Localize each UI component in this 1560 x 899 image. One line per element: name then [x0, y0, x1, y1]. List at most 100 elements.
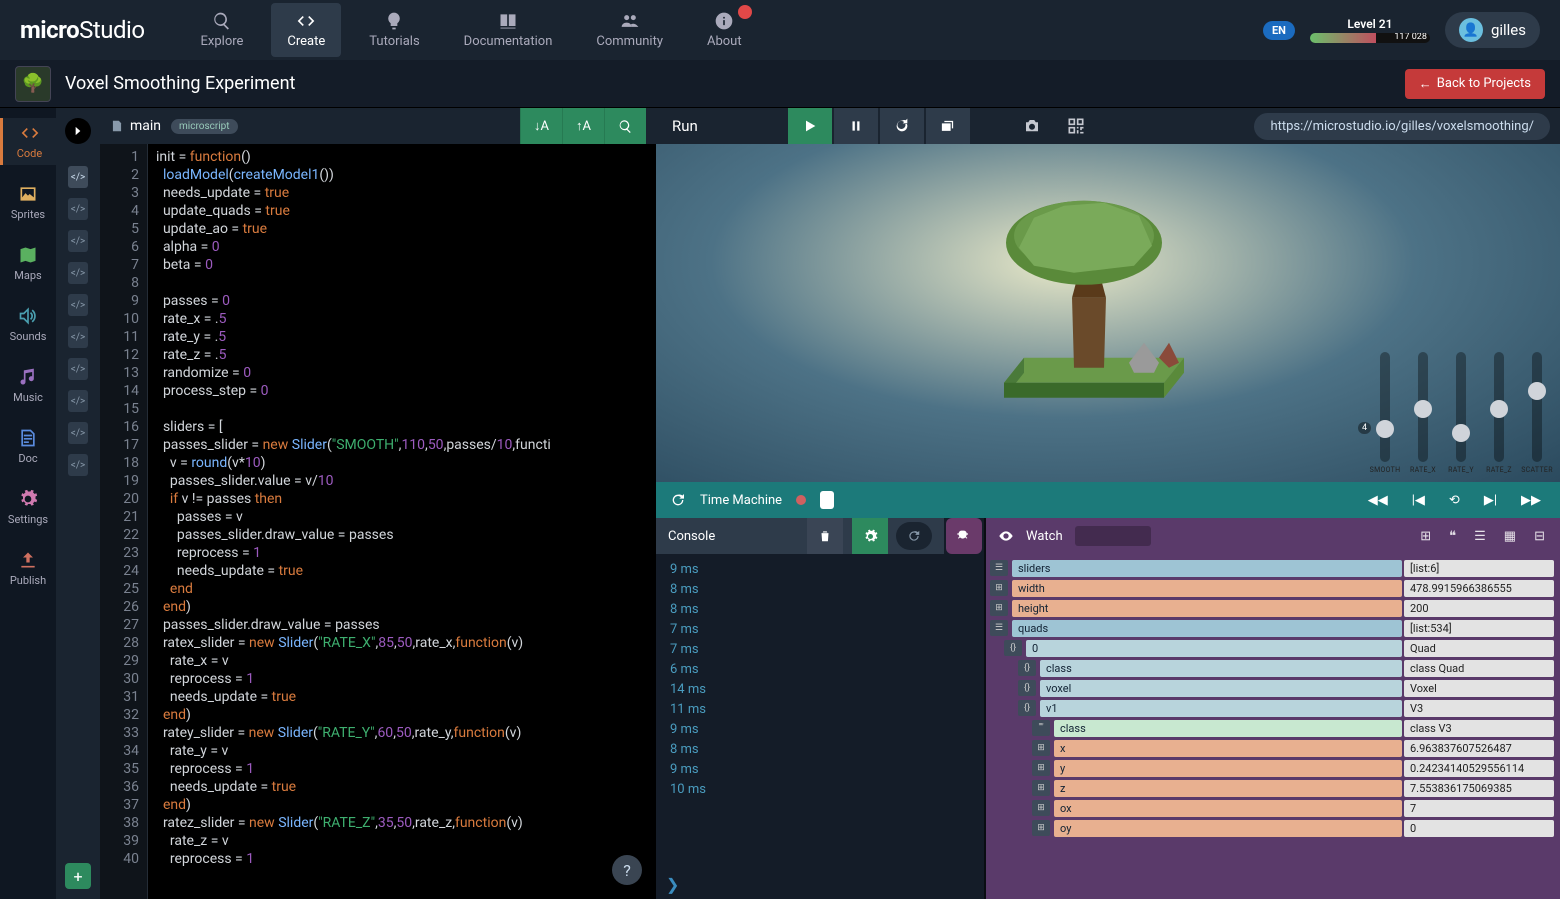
add-file-button[interactable]: + — [65, 863, 91, 889]
watch-row[interactable]: ☰quads[list:534] — [990, 618, 1554, 638]
time-machine-bar: Time Machine ◀◀ |◀ ⟲ ▶| ▶▶ — [656, 482, 1560, 518]
sort-desc-button[interactable]: ↑A — [562, 108, 604, 144]
logo-studio: Studio — [79, 16, 144, 44]
clear-console-button[interactable] — [807, 518, 843, 554]
nav-about[interactable]: About — [691, 3, 758, 57]
debug-button[interactable] — [946, 518, 982, 554]
bulb-icon — [384, 11, 404, 31]
expand-filelist-button[interactable] — [65, 118, 91, 144]
nav-create-label: Create — [287, 34, 325, 49]
language-badge[interactable]: EN — [1263, 21, 1295, 40]
sidebar-item-doc[interactable]: Doc — [0, 423, 56, 470]
watch-row[interactable]: {}voxelVoxel — [1018, 678, 1554, 698]
sidebar-item-maps[interactable]: Maps — [0, 240, 56, 287]
rewind-button[interactable]: ◀◀ — [1363, 493, 1393, 508]
file-item[interactable]: </> — [68, 326, 88, 348]
help-button[interactable]: ? — [612, 855, 642, 885]
slider-rate_z[interactable]: RATE_Z — [1486, 352, 1512, 474]
time-scrubber[interactable] — [820, 491, 834, 509]
nav-create[interactable]: Create — [271, 3, 341, 57]
book-icon — [498, 11, 518, 31]
watch-row[interactable]: ⊞y0.24234140529556114 — [1032, 758, 1554, 778]
watch-filter-objects[interactable]: ▦ — [1501, 529, 1519, 544]
project-url[interactable]: https://microstudio.io/gilles/voxelsmoot… — [1254, 113, 1550, 140]
step-back-button[interactable]: |◀ — [1407, 493, 1430, 508]
watch-row[interactable]: ☰sliders[list:6] — [990, 558, 1554, 578]
user-menu[interactable]: 👤 gilles — [1445, 12, 1540, 48]
filename: main — [130, 118, 161, 134]
console-body[interactable]: 9 ms8 ms8 ms7 ms7 ms6 ms14 ms11 ms9 ms8 … — [656, 554, 984, 869]
sidebar-item-publish[interactable]: Publish — [0, 545, 56, 592]
back-to-projects-button[interactable]: ← Back to Projects — [1405, 69, 1545, 99]
console-settings-button[interactable] — [852, 518, 888, 554]
file-item[interactable]: </> — [68, 358, 88, 380]
watch-filter-functions[interactable]: ⊟ — [1531, 529, 1548, 544]
loop-button[interactable]: ⟲ — [1444, 493, 1465, 508]
scene-3d — [964, 168, 1204, 432]
nav-explore[interactable]: Explore — [185, 3, 260, 57]
nav-tutorials-label: Tutorials — [369, 34, 419, 49]
code-column: main microscript ↓A ↑A 12345678910111213… — [100, 108, 656, 899]
sidebar-item-sounds[interactable]: Sounds — [0, 301, 56, 348]
qrcode-button[interactable] — [1054, 108, 1098, 144]
slider-rate_y[interactable]: RATE_Y — [1448, 352, 1474, 474]
nav-explore-label: Explore — [201, 34, 244, 49]
play-button[interactable] — [788, 108, 832, 144]
code-body[interactable]: 1234567891011121314151617181920212223242… — [100, 144, 656, 899]
reload-button[interactable] — [880, 108, 924, 144]
file-item[interactable]: </> — [68, 198, 88, 220]
watch-row[interactable]: {}classclass Quad — [1018, 658, 1554, 678]
gear-icon — [18, 489, 38, 509]
watch-row[interactable]: {}v1V3 — [1018, 698, 1554, 718]
watch-row[interactable]: ⊞width478.9915966386555 — [990, 578, 1554, 598]
slider-scatter[interactable]: SCATTER — [1524, 352, 1550, 474]
run-bar: Run https://microstudio.io/gilles/voxels… — [656, 108, 1560, 144]
codelines[interactable]: init = function() loadModel(createModel1… — [148, 144, 656, 899]
nav-community[interactable]: Community — [580, 3, 679, 57]
watch-row[interactable]: ⊞x6.963837607526487 — [1032, 738, 1554, 758]
watch-row[interactable]: {}0Quad — [1004, 638, 1554, 658]
history-button[interactable] — [896, 522, 932, 550]
sidebar-item-code[interactable]: Code — [0, 118, 56, 165]
preview[interactable]: 4SMOOTH RATE_X RATE_Y RATE_Z SCATTER — [656, 144, 1560, 482]
console-input[interactable]: ❯ — [656, 869, 984, 899]
slider-rate_x[interactable]: RATE_X — [1410, 352, 1436, 474]
watch-row[interactable]: ""classclass V3 — [1032, 718, 1554, 738]
screenshot-button[interactable] — [1010, 108, 1054, 144]
watch-row[interactable]: ⊞height200 — [990, 598, 1554, 618]
nav-tutorials[interactable]: Tutorials — [353, 3, 435, 57]
nav-documentation[interactable]: Documentation — [448, 3, 569, 57]
sidebar-item-music[interactable]: Music — [0, 362, 56, 409]
sidebar-item-sprites[interactable]: Sprites — [0, 179, 56, 226]
top-bar: microStudio Explore Create Tutorials Doc… — [0, 0, 1560, 60]
search-code-button[interactable] — [604, 108, 646, 144]
file-item[interactable]: </> — [68, 230, 88, 252]
file-item[interactable]: </> — [68, 454, 88, 476]
search-icon — [618, 119, 633, 134]
watch-row[interactable]: ⊞oy0 — [1032, 818, 1554, 838]
watch-filter-input[interactable] — [1075, 526, 1151, 546]
watch-row[interactable]: ⊞z7.553836175069385 — [1032, 778, 1554, 798]
step-forward-button[interactable]: ▶| — [1479, 493, 1502, 508]
file-item[interactable]: </> — [68, 422, 88, 444]
sidebar-item-settings[interactable]: Settings — [0, 484, 56, 531]
watch-filter-numbers[interactable]: ⊞ — [1417, 529, 1434, 544]
watch-row[interactable]: ⊞ox7 — [1032, 798, 1554, 818]
reload-icon — [894, 118, 910, 134]
detach-button[interactable] — [926, 108, 970, 144]
topnav: Explore Create Tutorials Documentation C… — [185, 3, 758, 57]
sort-asc-button[interactable]: ↓A — [520, 108, 562, 144]
notification-badge — [738, 5, 752, 19]
logo[interactable]: microStudio — [20, 16, 145, 44]
watch-filter-lists[interactable]: ☰ — [1471, 529, 1489, 544]
pause-button[interactable] — [834, 108, 878, 144]
watch-body[interactable]: ☰sliders[list:6]⊞width478.9915966386555⊞… — [986, 554, 1560, 899]
file-item[interactable]: </> — [68, 390, 88, 412]
file-item[interactable]: </> — [68, 262, 88, 284]
slider-smooth[interactable]: 4SMOOTH — [1372, 352, 1398, 474]
file-item[interactable]: </> — [68, 294, 88, 316]
file-item[interactable]: </> — [68, 166, 88, 188]
forward-button[interactable]: ▶▶ — [1516, 493, 1546, 508]
watch-filter-strings[interactable]: ❝ — [1446, 529, 1459, 544]
level-box: Level 21 117 028 — [1310, 17, 1430, 43]
